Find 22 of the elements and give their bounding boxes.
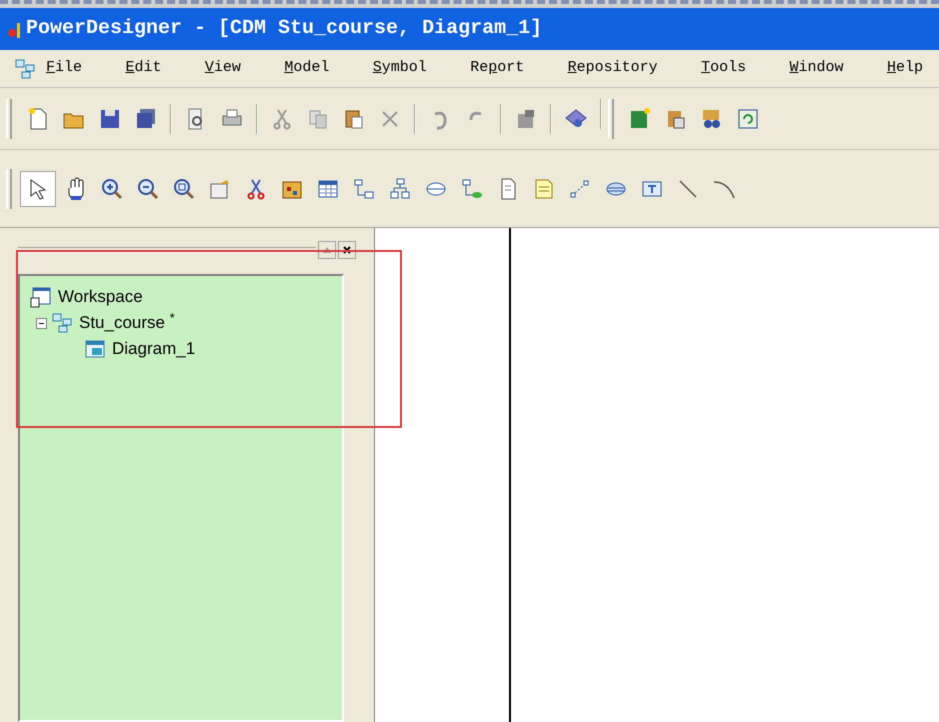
- menu-item[interactable]: Window: [790, 57, 844, 80]
- tree-item-label[interactable]: Workspace: [58, 284, 143, 310]
- triangle-up-icon: [322, 246, 332, 254]
- menu-item[interactable]: Repository: [568, 57, 658, 80]
- menu-item[interactable]: Tools: [701, 57, 746, 80]
- workspace-icon: [30, 286, 52, 308]
- close-icon: [342, 245, 352, 255]
- menu-item[interactable]: View: [204, 57, 241, 80]
- model-icon: [51, 312, 73, 334]
- tree-item-label[interactable]: Diagram_1: [112, 336, 196, 362]
- collapse-toggle[interactable]: [36, 318, 47, 328]
- tree-item-label[interactable]: Stu_course $^{*}$: [79, 310, 175, 336]
- menu-item[interactable]: Model: [284, 57, 330, 80]
- menu-item[interactable]: Report: [470, 57, 524, 80]
- menu-item[interactable]: Help: [886, 57, 923, 80]
- menu-item[interactable]: Edit: [125, 57, 162, 80]
- model-menu-icon[interactable]: [14, 58, 36, 80]
- menu-item[interactable]: File: [46, 57, 82, 80]
- diagram-icon: [84, 338, 106, 360]
- menu-item[interactable]: Symbol: [372, 57, 427, 80]
- window-title: PowerDesigner - [CDM Stu_course, Diagram_1]: [26, 16, 542, 42]
- pointer-tool[interactable]: [20, 170, 56, 206]
